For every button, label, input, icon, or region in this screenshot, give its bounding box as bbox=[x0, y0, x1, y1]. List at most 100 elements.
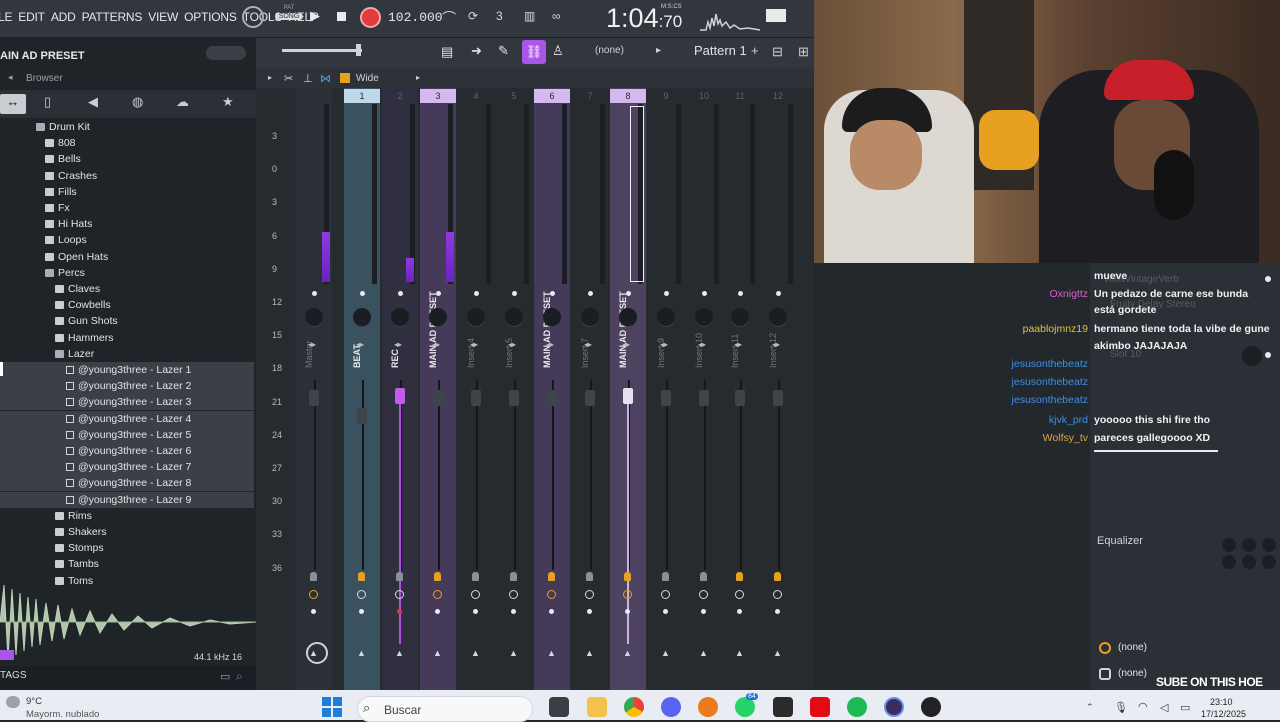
send-arrow-icon[interactable]: ▲ bbox=[509, 648, 518, 658]
sample-file-item[interactable]: @young3three - Lazer 7 bbox=[0, 459, 254, 476]
mute-bulb-icon[interactable] bbox=[774, 572, 781, 581]
task-view-icon[interactable] bbox=[549, 697, 569, 717]
master-route-icon[interactable] bbox=[306, 642, 328, 664]
loop-record-icon[interactable]: ∞ bbox=[552, 9, 561, 23]
mute-bulb-icon[interactable] bbox=[310, 572, 317, 581]
stop-icon[interactable] bbox=[337, 12, 346, 21]
track-enable-dot[interactable] bbox=[626, 291, 631, 296]
channel-rack-icon[interactable]: ⊞ bbox=[798, 44, 809, 60]
main-view-icon[interactable] bbox=[766, 6, 786, 22]
volume-fader-track[interactable] bbox=[590, 380, 592, 570]
pan-knob[interactable] bbox=[353, 308, 371, 326]
pan-knob[interactable] bbox=[391, 308, 409, 326]
volume-fader[interactable] bbox=[735, 390, 745, 406]
netflix-icon[interactable] bbox=[810, 697, 830, 717]
link-icon[interactable]: ⛓ bbox=[522, 40, 546, 64]
mixer-track[interactable]: 6 MAIN AD PRESET ◂▸ ▲ bbox=[534, 88, 570, 690]
volume-icon[interactable]: ◁ bbox=[1160, 701, 1168, 714]
sample-file-item[interactable]: @young3three - Lazer 1 bbox=[0, 362, 254, 378]
eq-knob[interactable] bbox=[1262, 555, 1276, 569]
folder-item[interactable]: Fills bbox=[0, 184, 254, 200]
track-enable-dot[interactable] bbox=[474, 291, 479, 296]
record-arm-dot[interactable] bbox=[311, 609, 316, 614]
folder-item[interactable]: Shakers bbox=[0, 524, 254, 540]
whatsapp-icon[interactable] bbox=[735, 697, 755, 717]
countdown-icon[interactable]: 3 bbox=[496, 9, 503, 23]
send-arrow-icon[interactable]: ▲ bbox=[471, 648, 480, 658]
track-enable-dot[interactable] bbox=[664, 291, 669, 296]
record-arm-dot[interactable] bbox=[701, 609, 706, 614]
spotify-icon[interactable] bbox=[847, 697, 867, 717]
track-enable-dot[interactable] bbox=[312, 291, 317, 296]
send-arrow-icon[interactable]: ▲ bbox=[395, 648, 404, 658]
mixer-track[interactable]: 5 Insert 5 ◂▸ ▲ bbox=[496, 88, 532, 690]
layout-arrow-icon[interactable]: ▸ bbox=[416, 73, 420, 82]
send-arrow-icon[interactable]: ▲ bbox=[357, 648, 366, 658]
mixer-track[interactable]: 12 Insert 12 ◂▸ ▲ bbox=[760, 88, 796, 690]
slot-dot[interactable] bbox=[1265, 352, 1271, 358]
record-arm-dot[interactable] bbox=[587, 609, 592, 614]
send-arrow-icon[interactable]: ▲ bbox=[699, 648, 708, 658]
volume-fader[interactable] bbox=[699, 390, 709, 406]
mute-bulb-icon[interactable] bbox=[736, 572, 743, 581]
output-selector[interactable]: (none) bbox=[1094, 637, 1280, 659]
volume-fader-track[interactable] bbox=[314, 380, 316, 570]
pan-knob[interactable] bbox=[695, 308, 713, 326]
mixer-layout-icon[interactable] bbox=[340, 73, 350, 83]
stamp-icon[interactable]: ♙ bbox=[552, 43, 564, 59]
solo-ring-icon[interactable] bbox=[547, 590, 556, 599]
mute-bulb-icon[interactable] bbox=[662, 572, 669, 581]
mixer-track[interactable]: 4 Insert 4 ◂▸ ▲ bbox=[458, 88, 494, 690]
mute-bulb-icon[interactable] bbox=[700, 572, 707, 581]
eq-knob[interactable] bbox=[1222, 555, 1236, 569]
fl-studio-icon[interactable] bbox=[698, 697, 718, 717]
title-controls[interactable] bbox=[206, 46, 246, 60]
step-edit-icon[interactable]: ▥ bbox=[524, 9, 535, 23]
tray-time[interactable]: 23:10 bbox=[1210, 697, 1233, 707]
folder-item[interactable]: Hammers bbox=[0, 330, 254, 346]
mute-bulb-icon[interactable] bbox=[510, 572, 517, 581]
chrome-icon[interactable] bbox=[624, 697, 644, 717]
track-enable-dot[interactable] bbox=[360, 291, 365, 296]
folder-item[interactable]: Rims bbox=[0, 508, 254, 524]
volume-fader[interactable] bbox=[585, 390, 595, 406]
solo-ring-icon[interactable] bbox=[735, 590, 744, 599]
metronome-icon[interactable]: ⌒ bbox=[442, 8, 456, 28]
mute-bulb-icon[interactable] bbox=[586, 572, 593, 581]
solo-ring-icon[interactable] bbox=[773, 590, 782, 599]
mixer-track[interactable]: 7 Insert 7 ◂▸ ▲ bbox=[572, 88, 608, 690]
stereo-separation-icon[interactable]: ◂▸ bbox=[394, 340, 402, 349]
folder-item[interactable]: Crashes bbox=[0, 168, 254, 184]
record-arm-dot[interactable] bbox=[737, 609, 742, 614]
slot-dot[interactable] bbox=[1265, 276, 1271, 282]
volume-fader[interactable] bbox=[547, 390, 557, 406]
volume-fader[interactable] bbox=[309, 390, 319, 406]
volume-fader-track[interactable] bbox=[514, 380, 516, 570]
mixer-layout-label[interactable]: Wide bbox=[356, 73, 379, 84]
tray-chevron-icon[interactable]: ⌃ bbox=[1086, 702, 1094, 713]
send-arrow-icon[interactable]: ▲ bbox=[433, 648, 442, 658]
sample-file-item[interactable]: @young3three - Lazer 5 bbox=[0, 426, 254, 443]
folder-item[interactable]: Claves bbox=[0, 281, 254, 297]
volume-fader[interactable] bbox=[471, 390, 481, 406]
pan-knob[interactable] bbox=[581, 308, 599, 326]
eq-knob[interactable] bbox=[1262, 538, 1276, 552]
record-arm-dot[interactable] bbox=[625, 609, 630, 614]
eq-knob[interactable] bbox=[1222, 538, 1236, 552]
mixer-track[interactable]: 11 Insert 11 ◂▸ ▲ bbox=[722, 88, 758, 690]
folder-item[interactable]: Gun Shots bbox=[0, 313, 254, 329]
mute-bulb-icon[interactable] bbox=[358, 572, 365, 581]
playlist-arrow-icon[interactable]: ➜ bbox=[471, 43, 482, 59]
plugins-tab-icon[interactable]: ◀ bbox=[88, 94, 98, 110]
volume-fader[interactable] bbox=[773, 390, 783, 406]
solo-ring-icon[interactable] bbox=[509, 590, 518, 599]
battery-icon[interactable]: ▭ bbox=[1180, 701, 1190, 714]
mixer-split-icon[interactable]: ⋈ bbox=[320, 72, 331, 85]
record-arm-dot[interactable] bbox=[549, 609, 554, 614]
track-enable-dot[interactable] bbox=[738, 291, 743, 296]
play-icon[interactable]: ▶ bbox=[310, 8, 320, 24]
piano-roll-icon[interactable]: ▤ bbox=[441, 44, 453, 60]
slot-knob[interactable] bbox=[1242, 346, 1262, 366]
volume-fader[interactable] bbox=[661, 390, 671, 406]
mixer-track[interactable]: Master ◂▸ ▲ bbox=[296, 88, 332, 690]
